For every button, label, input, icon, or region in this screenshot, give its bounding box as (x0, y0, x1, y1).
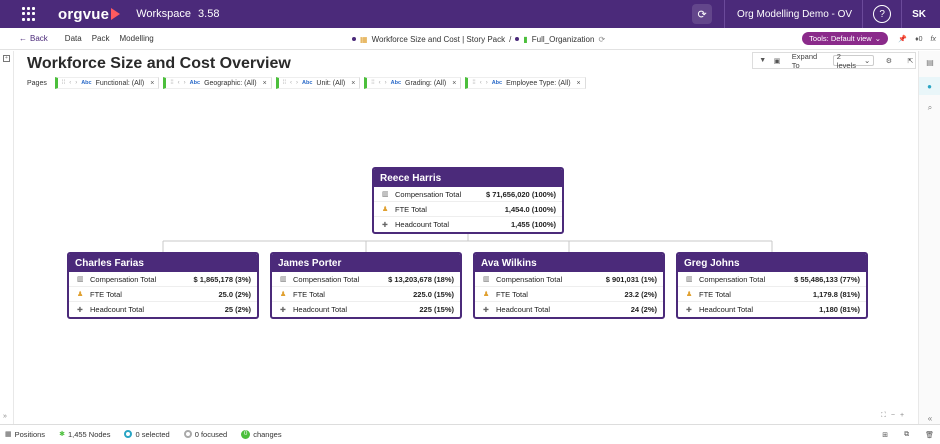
person-icon: ♟ (686, 291, 693, 298)
metric-label: Compensation Total (496, 274, 563, 284)
selected-icon (124, 430, 133, 438)
metric-row-headcount: ✚ Headcount Total 1,180 (81%) (678, 302, 866, 317)
changes-badge: 0 (241, 429, 251, 439)
card-name: James Porter (272, 254, 460, 272)
metric-label: Headcount Total (90, 305, 145, 314)
org-card-child[interactable]: Charles Farias ▥ Compensation Total $ 1,… (67, 252, 259, 319)
metric-row-compensation: ▥ Compensation Total $ 1,865,178 (3%) (69, 272, 257, 287)
metric-label: Compensation Total (90, 274, 157, 284)
metric-label: FTE Total (293, 289, 325, 299)
metric-label: Headcount Total (699, 305, 754, 314)
bank-icon: ▥ (483, 276, 490, 283)
metric-value: 25.0 (2%) (218, 289, 251, 299)
bank-icon: ▥ (382, 191, 389, 198)
org-card-child[interactable]: Ava Wilkins ▥ Compensation Total $ 901,0… (473, 252, 665, 319)
positions-item[interactable]: ▦ Positions (5, 430, 45, 439)
card-name: Reece Harris (374, 169, 562, 187)
focused-item[interactable]: 0 focused (183, 429, 228, 439)
bank-icon: ▥ (77, 276, 84, 283)
person-icon: ♟ (77, 291, 84, 298)
copy-icon[interactable]: ⧉ (904, 431, 909, 439)
card-name: Greg Johns (678, 254, 866, 272)
metric-label: Headcount Total (496, 305, 551, 314)
org-card-child[interactable]: James Porter ▥ Compensation Total $ 13,2… (270, 252, 462, 319)
card-name: Ava Wilkins (475, 254, 663, 272)
metric-value: $ 1,865,178 (3%) (193, 274, 251, 284)
add-icon[interactable]: ⊞ (882, 431, 888, 439)
org-card-root[interactable]: Reece Harris ▥ Compensation Total $ 71,6… (372, 167, 564, 234)
bank-icon: ▥ (686, 276, 693, 283)
person-icon: ♟ (280, 291, 287, 298)
plus-icon: ✚ (77, 306, 83, 314)
metric-row-fte: ♟ FTE Total 225.0 (15%) (272, 287, 460, 302)
metric-value: $ 55,486,133 (77%) (794, 274, 860, 284)
metric-value: 25 (2%) (224, 305, 251, 314)
nodes-count: 1,455 Nodes (67, 429, 111, 439)
metric-row-compensation: ▥ Compensation Total $ 55,486,133 (77%) (678, 272, 866, 287)
person-icon: ♟ (483, 291, 490, 298)
metric-row-fte: ♟ FTE Total 1,454.0 (100%) (374, 202, 562, 217)
nodes-icon: ✱ (59, 431, 65, 438)
plus-icon: ✚ (483, 306, 489, 314)
person-icon: ♟ (382, 206, 389, 213)
metric-row-fte: ♟ FTE Total 23.2 (2%) (475, 287, 663, 302)
metric-row-fte: ♟ FTE Total 25.0 (2%) (69, 287, 257, 302)
metric-value: 1,180 (81%) (819, 305, 860, 314)
metric-label: Headcount Total (293, 305, 348, 314)
metric-label: FTE Total (90, 289, 122, 299)
metric-value: $ 13,203,678 (18%) (388, 274, 454, 284)
metric-value: 1,454.0 (100%) (504, 204, 556, 214)
metric-row-headcount: ✚ Headcount Total 225 (15%) (272, 302, 460, 317)
zoom-in-icon[interactable]: + (900, 412, 904, 420)
metric-row-fte: ♟ FTE Total 1,179.8 (81%) (678, 287, 866, 302)
changes-label: changes (253, 429, 282, 439)
metric-label: Headcount Total (395, 220, 450, 229)
zoom-controls: ⛶ − + (881, 412, 904, 420)
positions-label: Positions (14, 429, 46, 439)
status-bar: ▦ Positions ✱ 1,455 Nodes 0 selected 0 f… (0, 424, 940, 443)
metric-row-compensation: ▥ Compensation Total $ 901,031 (1%) (475, 272, 663, 287)
metric-row-headcount: ✚ Headcount Total 1,455 (100%) (374, 217, 562, 232)
metric-value: 24 (2%) (630, 305, 657, 314)
metric-value: 1,179.8 (81%) (812, 289, 860, 299)
metric-row-headcount: ✚ Headcount Total 25 (2%) (69, 302, 257, 317)
metric-value: 1,455 (100%) (510, 220, 556, 229)
plus-icon: ✚ (686, 306, 692, 314)
plus-icon: ✚ (382, 221, 388, 229)
metric-value: $ 901,031 (1%) (605, 274, 657, 284)
zoom-out-icon[interactable]: − (891, 412, 895, 420)
metric-row-compensation: ▥ Compensation Total $ 13,203,678 (18%) (272, 272, 460, 287)
selected-count: 0 selected (135, 429, 170, 439)
positions-icon: ▦ (5, 431, 12, 438)
selected-item[interactable]: 0 selected (124, 429, 170, 439)
metric-value: 23.2 (2%) (624, 289, 657, 299)
card-name: Charles Farias (69, 254, 257, 272)
changes-item[interactable]: 0 changes (241, 429, 282, 439)
metric-label: Compensation Total (293, 274, 360, 284)
bank-icon: ▥ (280, 276, 287, 283)
focused-icon (183, 430, 192, 438)
metric-label: Compensation Total (395, 189, 462, 199)
metric-label: FTE Total (496, 289, 528, 299)
nodes-item[interactable]: ✱ 1,455 Nodes (59, 430, 110, 439)
delete-icon[interactable]: 🗑 (925, 431, 934, 439)
metric-row-compensation: ▥ Compensation Total $ 71,656,020 (100%) (374, 187, 562, 202)
org-card-child[interactable]: Greg Johns ▥ Compensation Total $ 55,486… (676, 252, 868, 319)
metric-value: $ 71,656,020 (100%) (485, 189, 556, 199)
metric-label: FTE Total (699, 289, 731, 299)
metric-label: FTE Total (395, 204, 427, 214)
metric-row-headcount: ✚ Headcount Total 24 (2%) (475, 302, 663, 317)
metric-value: 225 (15%) (419, 305, 454, 314)
fit-screen-icon[interactable]: ⛶ (881, 412, 886, 420)
plus-icon: ✚ (280, 306, 286, 314)
metric-label: Compensation Total (699, 274, 766, 284)
focused-count: 0 focused (194, 429, 228, 439)
metric-value: 225.0 (15%) (413, 289, 454, 299)
